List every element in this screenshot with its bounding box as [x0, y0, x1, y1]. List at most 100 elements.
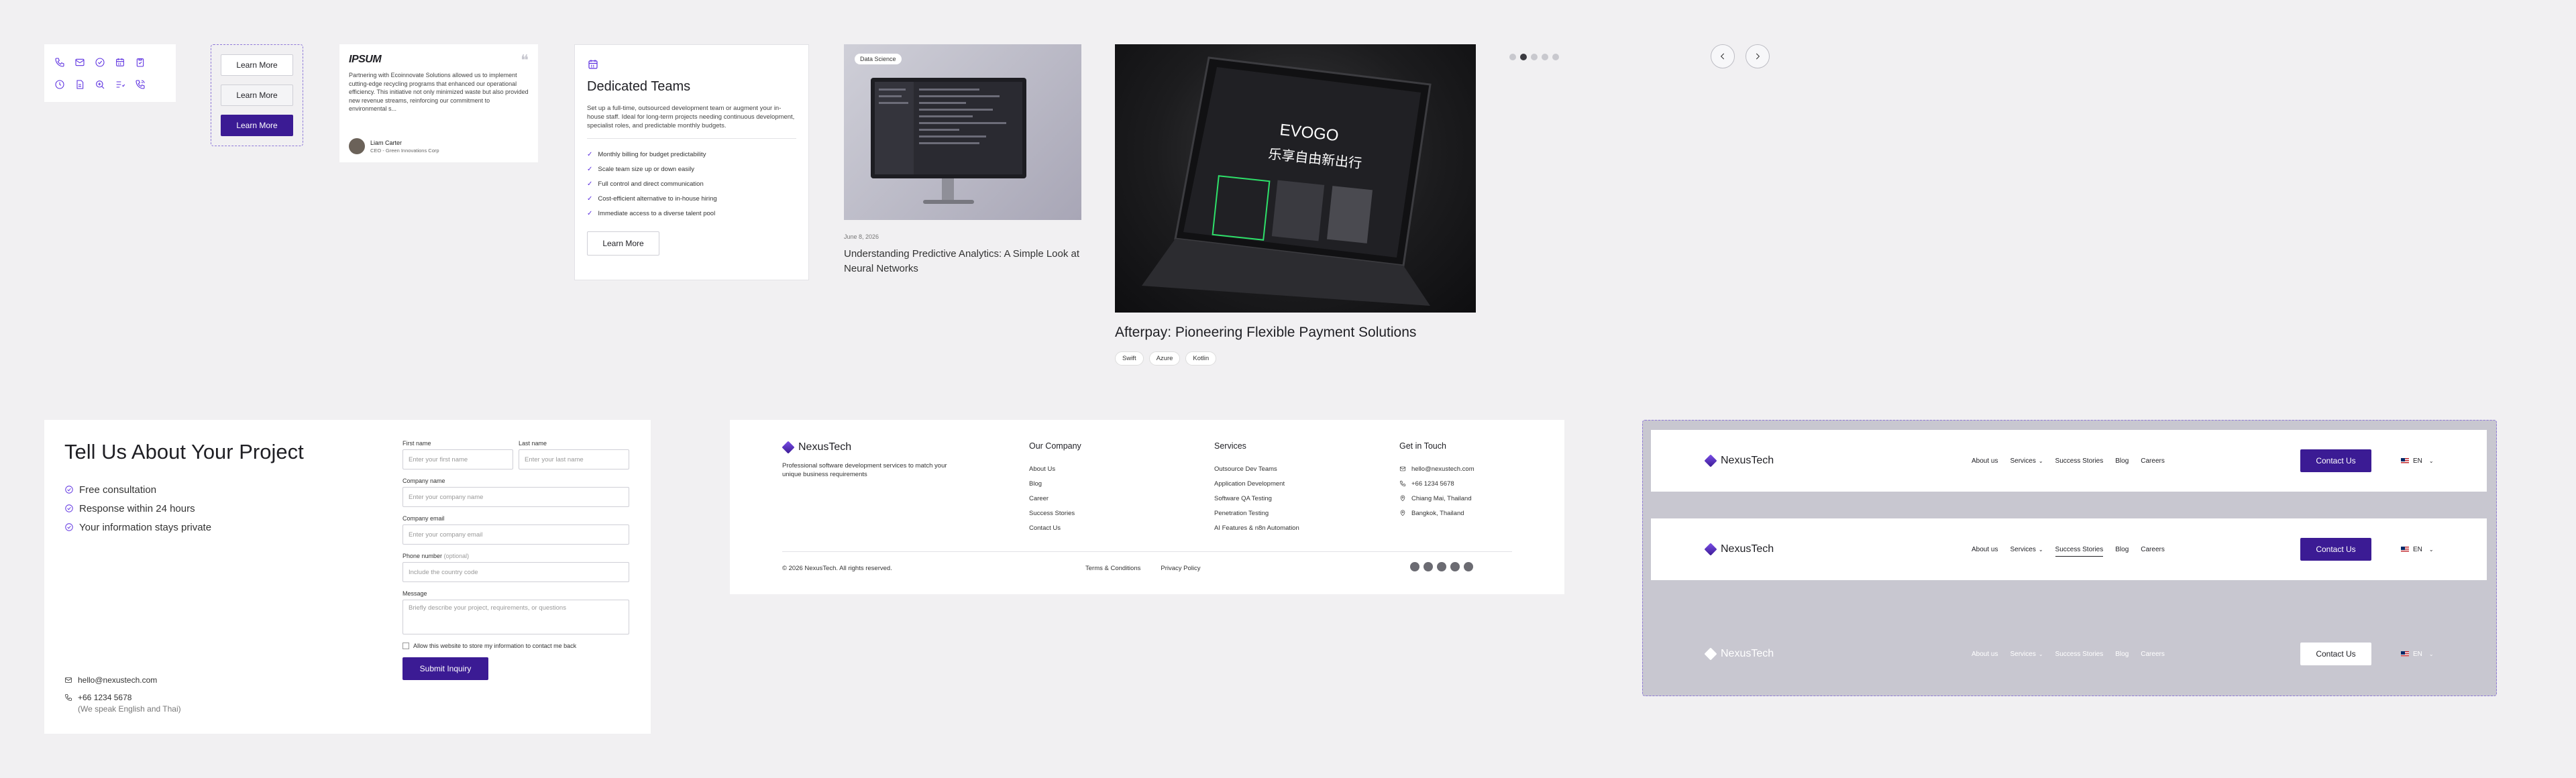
- project-inquiry-section: Tell Us About Your Project Free consulta…: [44, 420, 651, 734]
- learn-more-button-default[interactable]: Learn More: [221, 54, 293, 76]
- learn-more-button-primary[interactable]: Learn More: [221, 114, 293, 136]
- service-card: Dedicated Teams Set up a full-time, outs…: [574, 44, 809, 280]
- footer-link[interactable]: Outsource Dev Teams: [1214, 461, 1299, 476]
- carousel-dot[interactable]: [1531, 54, 1538, 60]
- phone-note: (We speak English and Thai): [78, 704, 181, 714]
- mail-icon: [1399, 466, 1406, 471]
- terms-link[interactable]: Terms & Conditions: [1085, 565, 1140, 572]
- contact-phone[interactable]: +66 1234 5678: [64, 691, 181, 704]
- check-circle-icon: [65, 486, 73, 494]
- us-flag-icon: [2401, 458, 2409, 463]
- carousel-dot-active[interactable]: [1520, 54, 1527, 60]
- contact-us-button[interactable]: Contact Us: [2300, 538, 2371, 561]
- check-icon: ✓: [587, 180, 593, 188]
- instagram-icon[interactable]: [1450, 562, 1460, 571]
- footer-link[interactable]: Contact Us: [1029, 520, 1081, 535]
- language-selector[interactable]: EN ⌄: [2401, 651, 2434, 658]
- message-label: Message: [402, 590, 427, 597]
- calendar-icon: [588, 60, 598, 69]
- nav-link-about[interactable]: About us: [1972, 651, 1998, 658]
- youtube-icon[interactable]: [1437, 562, 1446, 571]
- nav-link-services[interactable]: Services ⌄: [2010, 457, 2043, 465]
- blog-card[interactable]: Data Science June 8, 2026 Understanding …: [844, 44, 1081, 276]
- testimonial-quote: Partnering with Ecoinnovate Solutions al…: [349, 72, 529, 112]
- nav-link-careers[interactable]: Careers: [2141, 651, 2165, 658]
- submit-inquiry-button[interactable]: Submit Inquiry: [402, 657, 488, 680]
- nav-links: About us Services ⌄ Success Stories Blog …: [1972, 651, 2165, 658]
- consent-checkbox[interactable]: [402, 643, 409, 649]
- location-pin-icon: [1400, 510, 1405, 516]
- email-input[interactable]: Enter your company email: [402, 524, 629, 545]
- post-date: June 8, 2026: [844, 233, 879, 240]
- nav-link-blog[interactable]: Blog: [2115, 457, 2129, 465]
- footer-link[interactable]: Penetration Testing: [1214, 506, 1299, 520]
- learn-more-button-hover[interactable]: Learn More: [221, 84, 293, 106]
- prev-button[interactable]: [1711, 44, 1735, 68]
- nav-link-blog[interactable]: Blog: [2115, 546, 2129, 553]
- nav-link-services[interactable]: Services ⌄: [2010, 651, 2043, 658]
- col-heading: Our Company: [1029, 441, 1081, 451]
- first-name-input[interactable]: Enter your first name: [402, 449, 513, 469]
- footer-link[interactable]: Application Development: [1214, 476, 1299, 491]
- carousel-dots: [1509, 54, 1559, 60]
- last-name-label: Last name: [519, 440, 547, 447]
- footer-phone[interactable]: +66 1234 5678: [1399, 476, 1474, 491]
- check-icon: ✓: [587, 150, 593, 158]
- phone-icon: [1399, 480, 1406, 487]
- message-textarea[interactable]: Briefly describe your project, requireme…: [402, 600, 629, 634]
- navbar-active-state: NexusTech About us Services ⌄ Success Sto…: [1651, 518, 2487, 580]
- footer-link[interactable]: About Us: [1029, 461, 1081, 476]
- case-study-card[interactable]: EVOGO 乐享自由新出行 Afterpay: Pioneering Flexi…: [1115, 44, 1476, 366]
- language-selector[interactable]: EN ⌄: [2401, 457, 2434, 465]
- check-icon: ✓: [587, 209, 593, 217]
- privacy-link[interactable]: Privacy Policy: [1161, 565, 1200, 572]
- nav-link-about[interactable]: About us: [1972, 546, 1998, 553]
- contact-email[interactable]: hello@nexustech.com: [64, 673, 181, 687]
- mail-icon: [65, 677, 72, 683]
- footer-email[interactable]: hello@nexustech.com: [1399, 461, 1474, 476]
- facebook-icon[interactable]: [1410, 562, 1419, 571]
- nav-link-success-stories[interactable]: Success Stories: [2055, 457, 2104, 465]
- contact-us-button[interactable]: Contact Us: [2300, 449, 2371, 472]
- telegram-icon[interactable]: [1464, 562, 1473, 571]
- button-variants: Learn More Learn More Learn More: [211, 44, 303, 146]
- nav-link-services[interactable]: Services ⌄: [2010, 546, 2043, 553]
- nav-brand[interactable]: NexusTech: [1704, 543, 1774, 556]
- nav-link-careers[interactable]: Careers: [2141, 546, 2165, 553]
- footer-brand[interactable]: NexusTech: [782, 441, 851, 454]
- contact-us-button[interactable]: Contact Us: [2300, 643, 2371, 665]
- language-selector[interactable]: EN ⌄: [2401, 546, 2434, 553]
- consent-checkbox-row[interactable]: Allow this website to store my informati…: [402, 643, 629, 649]
- footer-link[interactable]: Software QA Testing: [1214, 491, 1299, 506]
- carousel-dot[interactable]: [1509, 54, 1516, 60]
- nav-brand[interactable]: NexusTech: [1704, 647, 1774, 661]
- phone-icon: [65, 694, 72, 701]
- author-role: CEO - Green Innovations Corp: [370, 147, 439, 154]
- learn-more-button[interactable]: Learn More: [587, 231, 659, 256]
- carousel-dot[interactable]: [1542, 54, 1548, 60]
- nav-link-success-stories[interactable]: Success Stories: [2055, 651, 2104, 658]
- post-title[interactable]: Understanding Predictive Analytics: A Si…: [844, 247, 1081, 276]
- blog-image: Data Science: [844, 44, 1081, 220]
- carousel-dot[interactable]: [1552, 54, 1559, 60]
- brand-logo-icon: [1704, 454, 1717, 467]
- footer-link[interactable]: Success Stories: [1029, 506, 1081, 520]
- company-logo: IPSUM: [349, 54, 382, 65]
- footer-location: Chiang Mai, Thailand: [1399, 491, 1474, 506]
- feature-item: ✓ Monthly billing for budget predictabili…: [587, 150, 706, 158]
- nav-link-success-stories-active[interactable]: Success Stories: [2055, 546, 2104, 557]
- category-badge: Data Science: [855, 54, 902, 64]
- footer-link[interactable]: Blog: [1029, 476, 1081, 491]
- next-button[interactable]: [1746, 44, 1770, 68]
- nav-link-about[interactable]: About us: [1972, 457, 1998, 465]
- last-name-input[interactable]: Enter your last name: [519, 449, 629, 469]
- footer-link[interactable]: AI Features & n8n Automation: [1214, 520, 1299, 535]
- linkedin-icon[interactable]: [1424, 562, 1433, 571]
- case-study-title[interactable]: Afterpay: Pioneering Flexible Payment So…: [1115, 325, 1476, 341]
- nav-link-careers[interactable]: Careers: [2141, 457, 2165, 465]
- company-input[interactable]: Enter your company name: [402, 487, 629, 507]
- footer-link[interactable]: Career: [1029, 491, 1081, 506]
- phone-input[interactable]: Include the country code: [402, 562, 629, 582]
- nav-link-blog[interactable]: Blog: [2115, 651, 2129, 658]
- nav-brand[interactable]: NexusTech: [1704, 454, 1774, 467]
